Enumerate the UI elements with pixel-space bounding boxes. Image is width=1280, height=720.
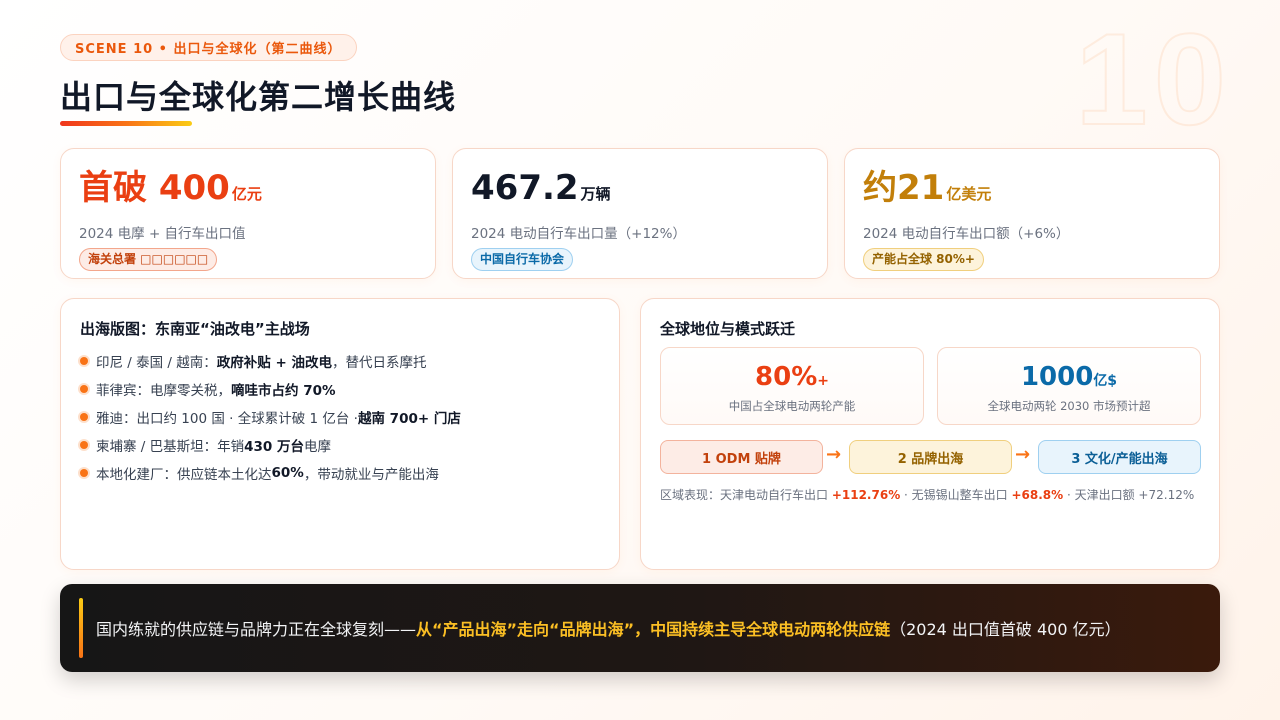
list-item: 柬埔寨 / 巴基斯坦：年销 430 万台 电摩 bbox=[80, 431, 461, 459]
flow-step-odm: 1 ODM 贴牌 bbox=[660, 440, 823, 474]
metric-desc: 全球电动两轮 2030 市场预计超 bbox=[987, 399, 1151, 413]
flow-step-brand: 2 品牌出海 bbox=[849, 440, 1012, 474]
global-position-panel: 全球地位与模式跃迁 80%+ 中国占全球电动两轮产能 1000亿$ 全球电动两轮… bbox=[640, 298, 1220, 570]
overseas-map-panel: 出海版图：东南亚“油改电”主战场 印尼 / 泰国 / 越南： 政府补贴 + 油改电… bbox=[60, 298, 620, 570]
stat-desc: 2024 电摩 + 自行车出口值 bbox=[79, 226, 246, 242]
scene-tag: SCENE 10 • 出口与全球化（第二曲线） bbox=[60, 34, 357, 61]
arrow-right-icon: → bbox=[1015, 444, 1031, 465]
metric-suffix: 亿$ bbox=[1093, 373, 1118, 389]
list-item: 雅迪：出口约 100 国 · 全球累计破 1 亿台 · 越南 700+ 门店 bbox=[80, 403, 461, 431]
scene-number-watermark: 10 bbox=[1074, 6, 1232, 152]
panel-title: 出海版图：东南亚“油改电”主战场 bbox=[80, 320, 310, 338]
overseas-list: 印尼 / 泰国 / 越南： 政府补贴 + 油改电 ，替代日系摩托 菲律宾：电摩零关税… bbox=[80, 347, 461, 487]
bullet-dot-icon bbox=[80, 385, 88, 393]
region-performance: 区域表现：天津电动自行车出口 +112.76% · 无锡锡山整车出口 +68.8… bbox=[660, 488, 1195, 502]
banner-text: 国内练就的供应链与品牌力正在全球复刻—— 从“产品出海”走向“品牌出海”，中国持续… bbox=[96, 620, 1121, 639]
stat-card-export-value: 首破 400 亿元 2024 电摩 + 自行车出口值 海关总署 □□□□□□ bbox=[60, 148, 436, 279]
bullet-dot-icon bbox=[80, 413, 88, 421]
stat-card-export-amount: 约21 亿美元 2024 电动自行车出口额（+6%） 产能占全球 80%+ bbox=[844, 148, 1220, 279]
source-badge: 海关总署 □□□□□□ bbox=[79, 248, 218, 271]
source-badge: 中国自行车协会 bbox=[471, 248, 574, 271]
arrow-right-icon: → bbox=[826, 444, 842, 465]
stat-value: 约21 bbox=[863, 168, 945, 208]
metric-value: 80% bbox=[755, 362, 818, 392]
metric-suffix: + bbox=[817, 373, 829, 389]
panel-title: 全球地位与模式跃迁 bbox=[660, 320, 796, 338]
page-title: 出口与全球化第二增长曲线 bbox=[60, 78, 457, 116]
metric-capacity-share: 80%+ 中国占全球电动两轮产能 bbox=[660, 347, 924, 425]
flow-step-culture: 3 文化/产能出海 bbox=[1038, 440, 1201, 474]
conclusion-banner: 国内练就的供应链与品牌力正在全球复刻—— 从“产品出海”走向“品牌出海”，中国持续… bbox=[60, 584, 1220, 672]
list-item: 菲律宾：电摩零关税， 嘀哇市占约 70% bbox=[80, 375, 461, 403]
title-underline bbox=[60, 121, 192, 126]
bullet-dot-icon bbox=[80, 469, 88, 477]
stat-desc: 2024 电动自行车出口量（+12%） bbox=[471, 226, 686, 242]
stat-value: 467.2 bbox=[471, 168, 579, 208]
list-item: 印尼 / 泰国 / 越南： 政府补贴 + 油改电 ，替代日系摩托 bbox=[80, 347, 461, 375]
bullet-dot-icon bbox=[80, 441, 88, 449]
metric-desc: 中国占全球电动两轮产能 bbox=[728, 399, 856, 413]
stat-desc: 2024 电动自行车出口额（+6%） bbox=[863, 226, 1070, 242]
metric-market-size: 1000亿$ 全球电动两轮 2030 市场预计超 bbox=[937, 347, 1201, 425]
stat-unit: 亿美元 bbox=[946, 185, 992, 203]
stat-card-export-volume: 467.2 万辆 2024 电动自行车出口量（+12%） 中国自行车协会 bbox=[452, 148, 828, 279]
stat-unit: 亿元 bbox=[231, 185, 262, 203]
capacity-badge: 产能占全球 80%+ bbox=[863, 248, 984, 271]
metric-value: 1000 bbox=[1020, 362, 1094, 392]
accent-bar bbox=[79, 598, 83, 658]
stat-unit: 万辆 bbox=[580, 185, 611, 203]
stat-value: 首破 400 bbox=[79, 168, 230, 208]
bullet-dot-icon bbox=[80, 357, 88, 365]
list-item: 本地化建厂：供应链本土化达 60% ，带动就业与产能出海 bbox=[80, 459, 461, 487]
